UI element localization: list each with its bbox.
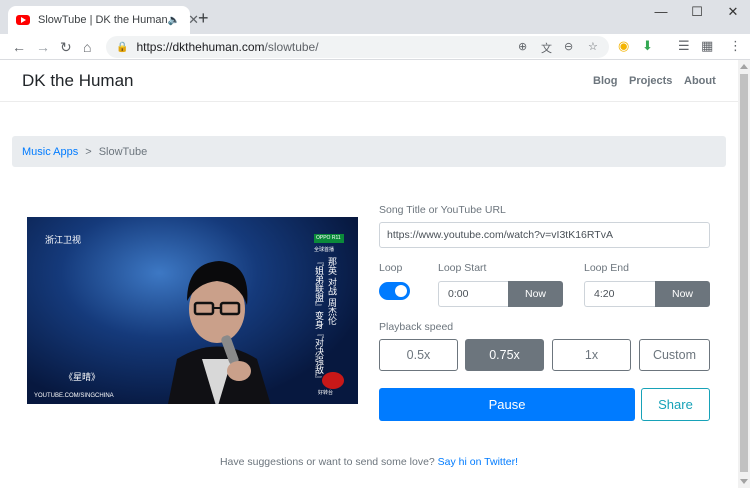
url-path: /slowtube/ bbox=[264, 40, 319, 54]
calendar-icon[interactable]: ▦ bbox=[701, 38, 713, 54]
loop-start-group: 0:00 Now bbox=[438, 281, 563, 307]
new-tab-button[interactable]: + bbox=[198, 9, 209, 27]
window-close-button[interactable]: ✕ bbox=[715, 4, 750, 20]
loop-toggle[interactable] bbox=[379, 282, 410, 300]
translate-icon[interactable]: 文 bbox=[541, 40, 552, 56]
toggle-knob bbox=[395, 285, 407, 297]
browser-toolbar: ← → ↻ ⌂ 🔒 https://dkthehuman.com /slowtu… bbox=[0, 34, 750, 60]
browser-tab[interactable]: SlowTube | DK the Human 🔈 ✕ bbox=[8, 6, 199, 34]
song-caption: 《星晴》 bbox=[64, 372, 101, 382]
tab-title: SlowTube | DK the Human bbox=[38, 14, 168, 26]
playback-speed-label: Playback speed bbox=[379, 321, 454, 333]
breadcrumb-music-apps[interactable]: Music Apps bbox=[22, 146, 78, 158]
chrome-extension-icon[interactable]: ◉ bbox=[618, 38, 629, 54]
scroll-down-icon[interactable] bbox=[740, 479, 748, 484]
site-navbar: DK the Human Blog Projects About bbox=[0, 60, 738, 102]
loop-label: Loop bbox=[379, 262, 403, 274]
breadcrumb-separator: > bbox=[85, 145, 92, 158]
add-icon[interactable]: ⊕ bbox=[518, 40, 527, 53]
speed-button-0-5x[interactable]: 0.5x bbox=[379, 339, 458, 371]
loop-end-input[interactable]: 4:20 bbox=[584, 281, 655, 307]
video-player[interactable]: 浙江卫视 OPPO R11 全球首播 那英 对战 周杰伦 『姐弟联盟』变身『对决… bbox=[27, 217, 358, 404]
scroll-up-icon[interactable] bbox=[740, 64, 748, 69]
share-button[interactable]: Share bbox=[641, 388, 710, 421]
speaker-icon[interactable]: 🔈 bbox=[168, 15, 180, 26]
caption-left: 『姐弟联盟』变身『对决强敌』 bbox=[314, 257, 324, 383]
camera-label: 好转台 bbox=[318, 390, 334, 396]
footer: Have suggestions or want to send some lo… bbox=[0, 456, 738, 468]
youtube-watermark: YOUTUBE.COM/SINGCHINA bbox=[34, 393, 114, 399]
browser-tab-strip: SlowTube | DK the Human 🔈 ✕ + — ☐ ✕ bbox=[0, 0, 750, 34]
singer-figure bbox=[168, 261, 271, 404]
speed-button-1x[interactable]: 1x bbox=[552, 339, 631, 371]
twitter-link[interactable]: Say hi on Twitter! bbox=[438, 456, 518, 468]
scroll-thumb[interactable] bbox=[740, 74, 748, 472]
back-arrow-icon[interactable]: ← bbox=[12, 38, 26, 56]
site-brand[interactable]: DK the Human bbox=[22, 71, 134, 91]
speed-button-0-75x[interactable]: 0.75x bbox=[465, 339, 544, 371]
nav-link-about[interactable]: About bbox=[684, 75, 716, 87]
home-icon[interactable]: ⌂ bbox=[83, 38, 91, 56]
red-button-icon bbox=[322, 372, 344, 389]
page-scrollbar[interactable] bbox=[738, 60, 750, 488]
speed-button-custom[interactable]: Custom bbox=[639, 339, 710, 371]
loop-start-input[interactable]: 0:00 bbox=[438, 281, 508, 307]
lock-icon: 🔒 bbox=[116, 41, 129, 53]
menu-kebab-icon[interactable]: ⋮ bbox=[729, 38, 742, 54]
page-viewport: DK the Human Blog Projects About Music A… bbox=[0, 60, 738, 488]
breadcrumb: Music Apps > SlowTube bbox=[12, 136, 726, 167]
youtube-favicon-icon bbox=[16, 15, 30, 25]
loop-start-label: Loop Start bbox=[438, 262, 487, 274]
loop-end-label: Loop End bbox=[584, 262, 629, 274]
zoom-icon[interactable]: ⊖ bbox=[564, 40, 573, 53]
loop-end-now-button[interactable]: Now bbox=[655, 281, 710, 307]
download-arrow-icon[interactable]: ⬇ bbox=[642, 38, 653, 54]
loop-end-group: 4:20 Now bbox=[584, 281, 710, 307]
footer-text: Have suggestions or want to send some lo… bbox=[219, 456, 435, 468]
bookmark-star-icon[interactable]: ☆ bbox=[588, 40, 598, 53]
live-label: 全球首播 bbox=[314, 247, 335, 253]
maximize-button[interactable]: ☐ bbox=[679, 4, 715, 20]
url-input[interactable]: https://www.youtube.com/watch?v=vI3tK16R… bbox=[379, 222, 710, 248]
loop-start-now-button[interactable]: Now bbox=[508, 281, 563, 307]
nav-link-projects[interactable]: Projects bbox=[629, 75, 672, 87]
minimize-button[interactable]: — bbox=[643, 4, 679, 19]
channel-logo: 浙江卫视 bbox=[45, 235, 82, 245]
caption-right: 那英 对战 周杰伦 bbox=[327, 257, 337, 326]
reload-icon[interactable]: ↻ bbox=[60, 38, 72, 56]
url-label: Song Title or YouTube URL bbox=[379, 204, 506, 216]
pause-button[interactable]: Pause bbox=[379, 388, 635, 421]
address-bar[interactable]: 🔒 https://dkthehuman.com /slowtube/ ⊕ 文 … bbox=[106, 36, 609, 58]
forward-arrow-icon[interactable]: → bbox=[36, 38, 50, 56]
url-host: https://dkthehuman.com bbox=[136, 40, 265, 54]
playlist-icon[interactable]: ☰ bbox=[678, 38, 690, 54]
sponsor-badge: OPPO R11 bbox=[314, 234, 344, 243]
breadcrumb-current: SlowTube bbox=[98, 145, 148, 158]
nav-link-blog[interactable]: Blog bbox=[593, 75, 617, 87]
